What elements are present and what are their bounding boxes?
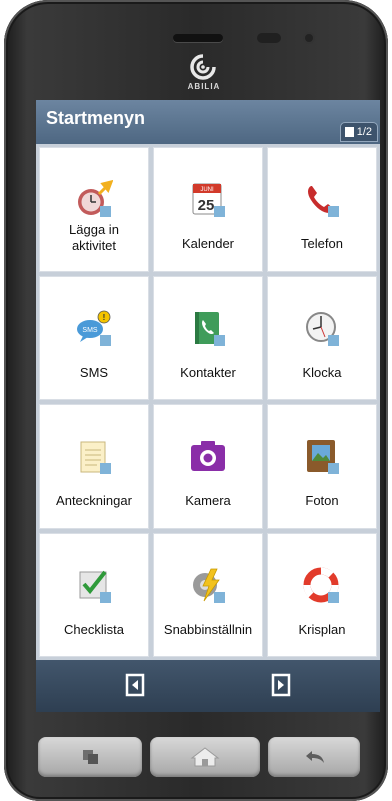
tile-phone[interactable]: Telefon (267, 147, 377, 272)
tile-clock[interactable]: Klocka (267, 275, 377, 400)
tile-add-activity[interactable]: Lägga in aktivitet (39, 147, 149, 272)
proximity-sensor (257, 33, 281, 43)
tile-label: Kalender (181, 236, 235, 251)
calendar-icon: JUNI 25 (192, 183, 225, 217)
tile-label: Anteckningar (56, 493, 132, 508)
home-key[interactable] (150, 737, 260, 777)
tile-label: Kontakter (180, 364, 236, 380)
tile-camera[interactable]: Kamera (153, 404, 263, 529)
svg-text:SMS: SMS (82, 327, 98, 334)
tile-photos[interactable]: Foton (267, 404, 377, 529)
back-icon (306, 751, 324, 763)
tile-label: Kamera (185, 493, 231, 508)
add-activity-icon (78, 180, 113, 217)
app-grid: Lägga in aktivitet JUNI 25 Kalender Tele… (36, 144, 380, 660)
tile-notes[interactable]: Anteckningar (39, 404, 149, 529)
calendar-day: 25 (198, 197, 215, 214)
recent-apps-key[interactable] (38, 737, 142, 777)
title-bar: Startmenyn 1/2 (36, 100, 380, 144)
sms-icon: SMS ! (77, 310, 111, 346)
tile-label: Telefon (301, 236, 343, 251)
tile-label: Lägga in aktivitet (69, 222, 119, 253)
clock-icon (306, 311, 339, 346)
quick-settings-icon (193, 568, 225, 603)
tile-label: SMS (79, 364, 109, 380)
phone-icon (308, 186, 339, 217)
tile-sms[interactable]: SMS ! SMS (39, 275, 149, 400)
page-back-icon[interactable] (124, 673, 148, 697)
tile-quick-settings[interactable]: Snabbinställnin (153, 532, 263, 657)
page-title: Startmenyn (46, 108, 146, 128)
screen: Startmenyn 1/2 Lägga in aktivitet JUNI 2… (36, 100, 380, 712)
page-indicator: 1/2 (339, 122, 378, 142)
calendar-month: JUNI (200, 187, 214, 193)
home-icon (190, 747, 220, 767)
page-forward-icon[interactable] (268, 673, 292, 697)
tile-contacts[interactable]: Kontakter (153, 275, 263, 400)
phone-frame: ABILIA Startmenyn 1/2 Lägga in aktivitet… (4, 0, 388, 801)
page-nav-bar (36, 660, 380, 712)
checklist-icon (79, 570, 111, 603)
speaker-grille (173, 34, 223, 42)
tile-checklist[interactable]: Checklista (39, 532, 149, 657)
back-key[interactable] (268, 737, 360, 777)
tile-calendar[interactable]: JUNI 25 Kalender (153, 147, 263, 272)
page-icon (344, 127, 354, 137)
tile-crisis-plan[interactable]: Krisplan (267, 532, 377, 657)
front-camera (305, 34, 313, 42)
tile-label: Klocka (302, 364, 342, 380)
svg-text:!: ! (103, 313, 106, 322)
camera-icon (191, 441, 225, 471)
brand-name: ABILIA (187, 82, 221, 91)
page-indicator-label: 1/2 (356, 126, 372, 138)
recent-apps-icon (83, 750, 98, 764)
notes-icon (80, 441, 111, 474)
lifebuoy-icon (303, 567, 339, 603)
tile-label: Krisplan (298, 621, 346, 637)
tile-label: Foton (305, 493, 339, 508)
tile-label: Snabbinställnin (163, 621, 253, 637)
contacts-icon (195, 311, 225, 346)
abilia-logo (190, 54, 216, 80)
photos-icon (307, 440, 339, 474)
tile-label: Checklista (64, 621, 124, 637)
